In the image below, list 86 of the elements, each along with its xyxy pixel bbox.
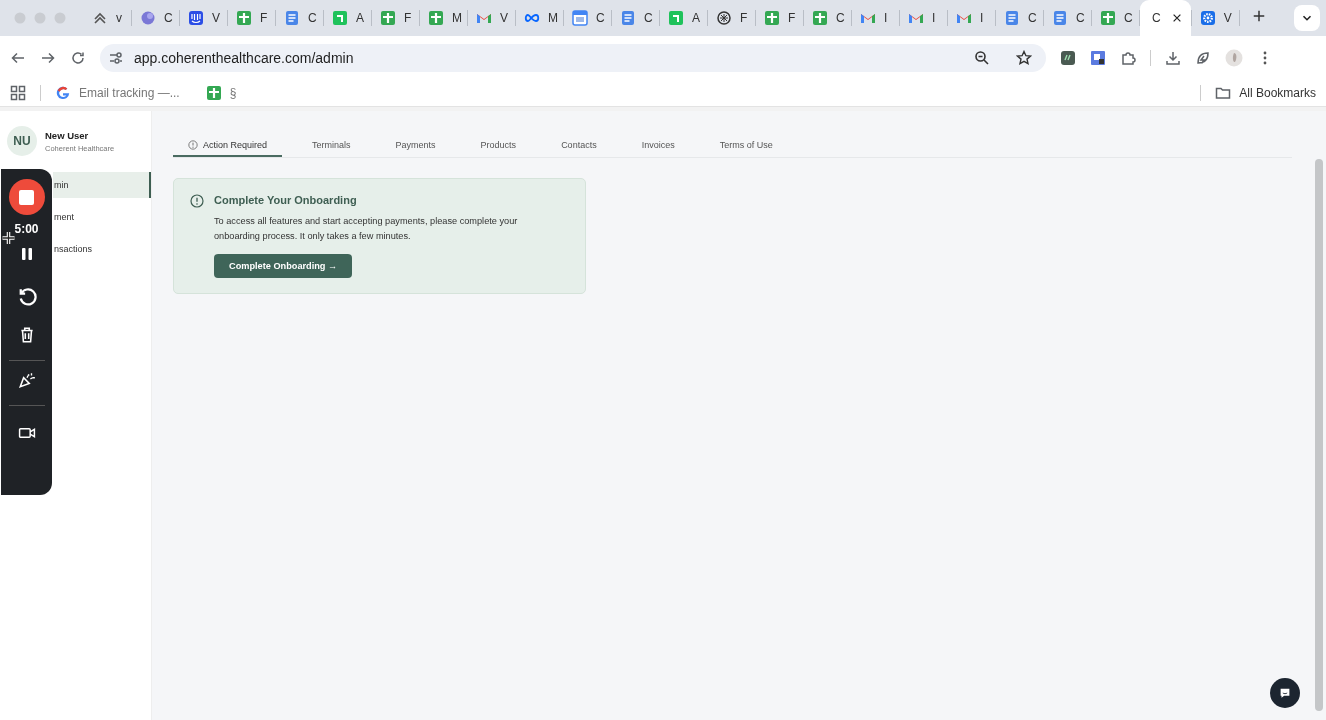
chat-button[interactable]: [1270, 678, 1300, 708]
browser-tab[interactable]: C: [996, 0, 1043, 36]
browser-tab[interactable]: C: [804, 0, 851, 36]
document-icon: [1052, 10, 1068, 26]
confetti-icon[interactable]: [17, 371, 36, 389]
browser-tab[interactable]: I: [948, 0, 995, 36]
card-title: Complete Your Onboarding: [214, 194, 358, 206]
sheet-icon: [236, 10, 252, 26]
chat-icon: [188, 10, 204, 26]
reload-icon[interactable]: [70, 50, 86, 66]
browser-tab[interactable]: C: [1044, 0, 1091, 36]
sheet-icon: [764, 10, 780, 26]
browser-tab[interactable]: v: [84, 0, 131, 36]
forward-icon[interactable]: [40, 50, 56, 66]
sheet-icon: [1100, 10, 1116, 26]
browser-tab[interactable]: I: [900, 0, 947, 36]
document-icon: [620, 10, 636, 26]
tab-menu-button[interactable]: [1294, 5, 1320, 31]
browser-tab[interactable]: M: [516, 0, 563, 36]
browser-tab[interactable]: A: [324, 0, 371, 36]
apps-grid-icon[interactable]: [10, 85, 26, 101]
google-icon: [55, 85, 71, 101]
tune-icon[interactable]: [108, 50, 124, 66]
browser-tab[interactable]: M: [420, 0, 467, 36]
download-icon[interactable]: [1165, 50, 1181, 66]
browser-tab[interactable]: V: [468, 0, 515, 36]
page-tab[interactable]: Terminals: [297, 134, 366, 157]
complete-onboarding-button[interactable]: Complete Onboarding →: [214, 254, 353, 278]
browser-tab[interactable]: I: [852, 0, 899, 36]
browser-tab[interactable]: C: [276, 0, 323, 36]
folder-icon: [1215, 85, 1232, 101]
browser-tab[interactable]: C: [612, 0, 659, 36]
browser-tab[interactable]: C: [1092, 0, 1139, 36]
extension-icon[interactable]: [1090, 50, 1106, 66]
page-tab[interactable]: Action Required: [173, 134, 283, 157]
bookmark[interactable]: Email tracking —...: [55, 85, 180, 101]
browser-tab[interactable]: F: [756, 0, 803, 36]
recording-timer: 5:00: [14, 222, 39, 236]
browser-tab[interactable]: F: [372, 0, 419, 36]
document-icon: [284, 10, 300, 26]
browser-tab[interactable]: F: [228, 0, 275, 36]
sheet-icon: [380, 10, 396, 26]
page-tab[interactable]: Contacts: [546, 134, 612, 157]
page-tab[interactable]: Payments: [380, 134, 451, 157]
user-name: New User: [45, 129, 90, 141]
gear-icon: [1199, 10, 1216, 26]
scrollbar[interactable]: [1315, 159, 1323, 711]
sheet-icon: [205, 85, 222, 101]
bookmark[interactable]: §: [205, 85, 237, 101]
extension-icon[interactable]: [1060, 50, 1076, 66]
chevron-icon: [92, 10, 108, 26]
all-bookmarks-button[interactable]: All Bookmarks: [1215, 85, 1316, 101]
puzzle-icon[interactable]: [1120, 50, 1136, 66]
browser-tab[interactable]: C: [132, 0, 179, 36]
stop-button[interactable]: [8, 179, 45, 215]
circle-icon: [140, 10, 156, 26]
sheet-icon: [428, 10, 444, 26]
knot-icon: [716, 10, 732, 26]
alert-icon: [190, 194, 204, 208]
page-tab[interactable]: Terms of Use: [704, 134, 788, 157]
chat-bubble-icon: [1278, 686, 1292, 700]
document-icon: [1004, 10, 1020, 26]
address-bar[interactable]: app.coherenthealthcare.com/admin: [100, 44, 1046, 72]
zoom-out-icon[interactable]: [974, 50, 990, 66]
star-icon[interactable]: [1016, 50, 1032, 66]
sheet-icon: [812, 10, 828, 26]
browser-tab[interactable]: A: [660, 0, 707, 36]
sidebar-item[interactable]: min: [53, 172, 151, 198]
sidebar-item[interactable]: ment: [53, 204, 151, 230]
card-description: To access all features and start accepting payments, please complete your onboarding process. It only takes a few minutes.: [214, 215, 519, 243]
calendar-icon: [572, 10, 588, 26]
browser-tab[interactable]: F: [708, 0, 755, 36]
browser-tab[interactable]: V: [1191, 0, 1239, 36]
app-icon: [668, 10, 684, 26]
sidebar-item[interactable]: nsactions: [53, 236, 151, 262]
back-icon[interactable]: [10, 50, 26, 66]
plus-icon[interactable]: [1251, 9, 1266, 23]
app-icon: [332, 10, 348, 26]
browser-tab[interactable]: C: [1140, 0, 1191, 36]
page-tab[interactable]: Invoices: [626, 134, 690, 157]
leaf-icon[interactable]: [1195, 50, 1211, 66]
alert-icon: [188, 140, 198, 150]
browser-tab[interactable]: C: [564, 0, 611, 36]
user-avatar: NU: [7, 126, 37, 156]
page-tab[interactable]: Products: [465, 134, 532, 157]
browser-tab[interactable]: V: [180, 0, 227, 36]
